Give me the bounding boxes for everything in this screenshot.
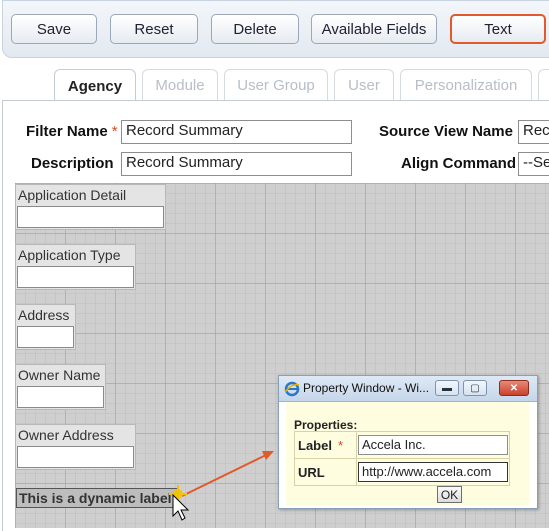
property-row-url: URL http://www.accela.com: [294, 458, 510, 486]
browser-icon: [284, 381, 300, 397]
mouse-cursor-icon: [172, 493, 190, 521]
url-input[interactable]: http://www.accela.com: [358, 462, 508, 482]
label-field-text: Label: [298, 437, 332, 453]
close-button[interactable]: ✕: [499, 380, 529, 396]
properties-table: Label * Accela Inc. URL http://www.accela…: [294, 431, 510, 486]
required-mark: *: [337, 437, 344, 453]
url-field-cell: http://www.accela.com: [356, 458, 510, 486]
label-field-label: Label *: [294, 431, 357, 459]
property-window-body: Properties: Label * Accela Inc. URL http:…: [286, 402, 529, 506]
properties-heading: Properties:: [294, 418, 358, 432]
label-field-cell: Accela Inc.: [356, 431, 510, 459]
property-window-titlebar[interactable]: Property Window - Wi... ▬ ▢ ✕: [279, 376, 537, 402]
close-icon: ✕: [509, 382, 519, 394]
property-row-label: Label * Accela Inc.: [294, 431, 510, 459]
annotation-arrow: [181, 451, 274, 497]
minimize-button[interactable]: ▬: [435, 380, 459, 396]
maximize-icon: ▢: [470, 382, 480, 394]
ok-button[interactable]: OK: [437, 486, 462, 503]
property-window: Property Window - Wi... ▬ ▢ ✕ Properties…: [278, 375, 538, 509]
url-field-label: URL: [294, 458, 357, 486]
label-input[interactable]: Accela Inc.: [358, 435, 508, 455]
property-window-title: Property Window - Wi...: [303, 381, 430, 395]
maximize-button[interactable]: ▢: [463, 380, 487, 396]
minimize-icon: ▬: [442, 382, 452, 394]
